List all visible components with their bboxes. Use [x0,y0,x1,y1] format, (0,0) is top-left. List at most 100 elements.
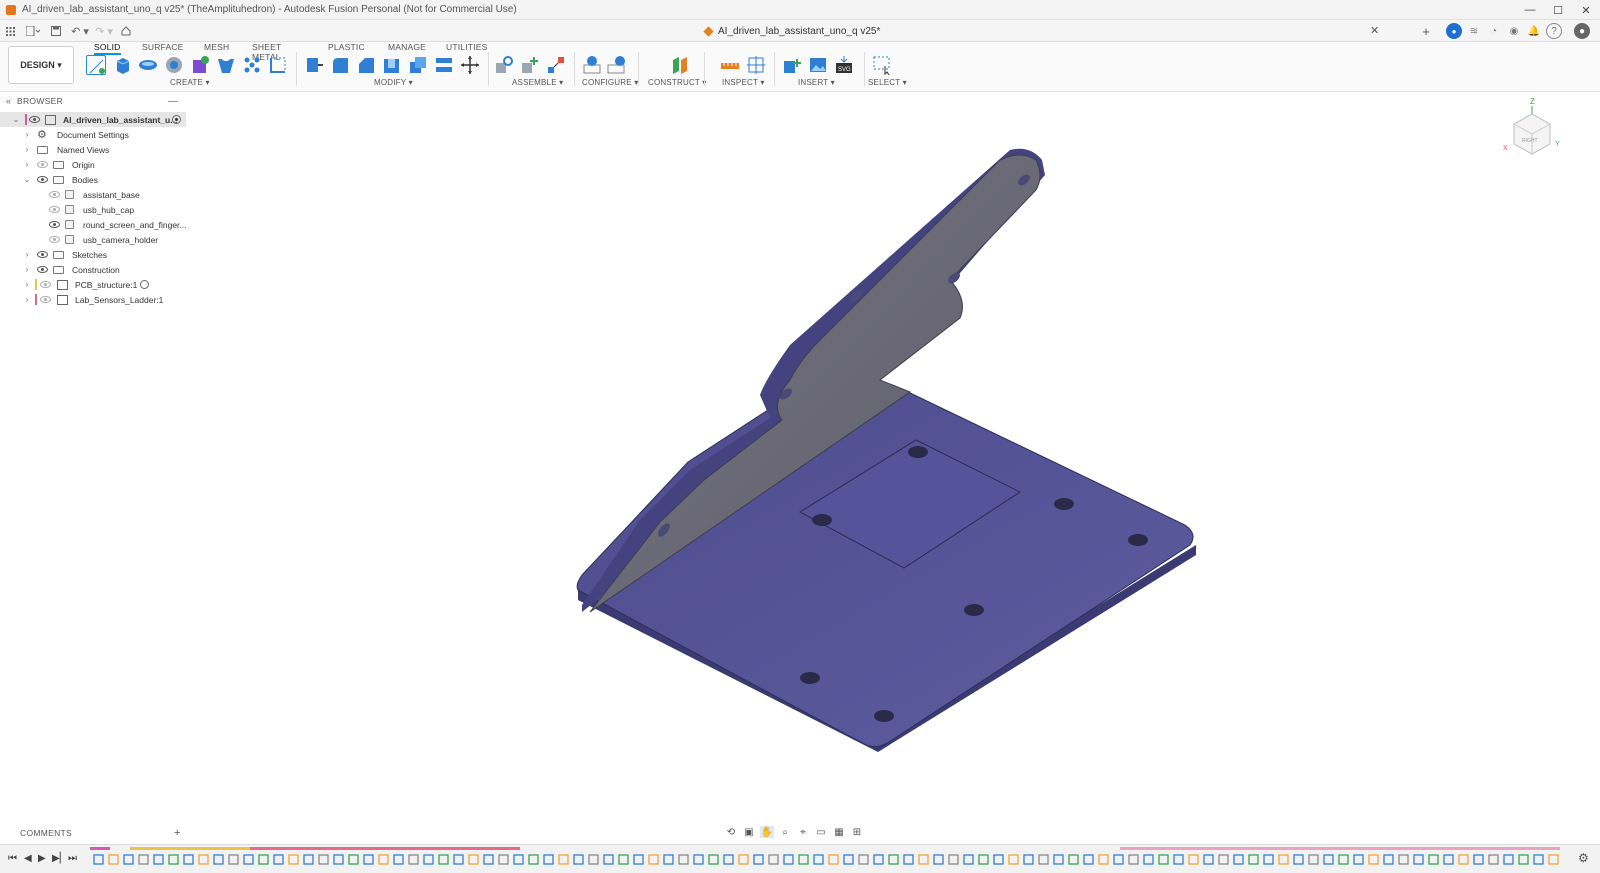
tab-surface[interactable]: SURFACE [142,42,184,52]
timeline-feature-icon[interactable] [723,854,734,865]
timeline-feature-icon[interactable] [1428,854,1439,865]
timeline-feature-icon[interactable] [1263,854,1274,865]
sweep-icon[interactable] [164,55,184,75]
timeline-feature-icon[interactable] [828,854,839,865]
visibility-eye-icon[interactable] [37,161,48,168]
tree-item-body[interactable]: assistant_base [0,187,186,202]
chevron-right-icon[interactable]: › [23,130,31,139]
tree-item-body[interactable]: usb_camera_holder [0,232,186,247]
split-body-icon[interactable] [434,55,454,75]
timeline-feature-icon[interactable] [183,854,194,865]
timeline-feature-icon[interactable] [753,854,764,865]
visibility-eye-icon[interactable] [40,281,51,288]
timeline-feature-icon[interactable] [273,854,284,865]
minimize-panel-icon[interactable]: — [168,96,178,107]
new-component-icon[interactable] [190,55,210,75]
rigid-group-icon[interactable] [546,55,566,75]
timeline-feature-icon[interactable] [798,854,809,865]
tree-item-root[interactable]: ⌄ AI_driven_lab_assistant_u... [0,112,186,127]
timeline-feature-icon[interactable] [1083,854,1094,865]
select-window-icon[interactable] [872,55,892,76]
tree-item-bodies[interactable]: ⌄ Bodies [0,172,186,187]
measure-icon[interactable] [720,55,740,75]
orbit-icon[interactable]: ⟲ [724,826,738,838]
tab-manage[interactable]: MANAGE [388,42,426,52]
extensions-icon[interactable]: ◔ [1486,23,1502,39]
timeline-feature-icon[interactable] [1503,854,1514,865]
notifications-icon[interactable]: 🔔 [1526,23,1542,39]
timeline-feature-icon[interactable] [1128,854,1139,865]
move-icon[interactable] [460,55,480,75]
timeline-feature-icon[interactable] [933,854,944,865]
document-tab[interactable]: AI_driven_lab_assistant_uno_q v25* ✕ [690,20,1410,42]
pan-icon[interactable]: ✋ [760,826,774,838]
tab-solid[interactable]: SOLID [94,42,121,55]
chevron-right-icon[interactable]: › [23,160,31,169]
configure-table-icon[interactable] [582,55,602,75]
tab-mesh[interactable]: MESH [204,42,229,52]
timeline-feature-icon[interactable] [528,854,539,865]
save-icon[interactable] [50,24,62,38]
timeline-feature-icon[interactable] [1518,854,1529,865]
step-back-icon[interactable]: ◀ [24,853,32,864]
tree-item-body[interactable]: round_screen_and_finger... [0,217,187,232]
timeline-feature-icon[interactable] [633,854,644,865]
go-to-start-icon[interactable]: ⏮ [8,853,17,864]
create-form-icon[interactable] [268,55,288,75]
play-icon[interactable]: ▶ [38,853,46,864]
app-grid-icon[interactable] [4,24,16,38]
timeline-feature-icon[interactable] [918,854,929,865]
job-status-icon[interactable]: ≋ [1466,23,1482,39]
combine-icon[interactable] [408,55,428,75]
visibility-eye-icon[interactable] [29,116,40,123]
timeline-feature-icon[interactable] [1338,854,1349,865]
timeline-feature-icon[interactable] [1308,854,1319,865]
chevron-right-icon[interactable]: › [23,145,31,154]
timeline-feature-icon[interactable] [393,854,404,865]
undo-icon[interactable]: ↶ ▾ [70,24,90,38]
timeline-feature-icon[interactable] [1548,854,1559,865]
timeline-feature-icon[interactable] [843,854,854,865]
timeline-feature-icon[interactable] [333,854,344,865]
timeline-feature-icon[interactable] [948,854,959,865]
timeline-feature-icon[interactable] [213,854,224,865]
visibility-eye-icon[interactable] [37,176,48,183]
create-menu[interactable]: CREATE ▾ [170,78,210,87]
minimize-button[interactable]: — [1516,0,1544,20]
timeline-feature-icon[interactable] [618,854,629,865]
timeline-settings-icon[interactable]: ⚙ [1578,851,1589,865]
timeline-feature-icon[interactable] [513,854,524,865]
timeline-feature-icon[interactable] [153,854,164,865]
user-avatar[interactable]: ● [1574,23,1590,39]
press-pull-icon[interactable] [304,55,324,75]
fit-icon[interactable]: ⌖ [796,826,810,838]
timeline-feature-icon[interactable] [168,854,179,865]
timeline-feature-icon[interactable] [903,854,914,865]
maximize-button[interactable]: ☐ [1544,0,1572,20]
timeline-feature-icon[interactable] [438,854,449,865]
timeline-feature-icon[interactable] [498,854,509,865]
timeline-features[interactable] [90,847,1570,871]
timeline-feature-icon[interactable] [813,854,824,865]
tree-item-component[interactable]: › PCB_structure:1 [0,277,186,292]
create-sketch-icon[interactable] [86,55,106,75]
timeline-feature-icon[interactable] [198,854,209,865]
configure-rule-icon[interactable] [606,55,626,75]
visibility-eye-icon[interactable] [49,206,60,213]
assistant-model[interactable] [576,148,1196,752]
3d-viewport[interactable] [190,94,1600,810]
timeline-feature-icon[interactable] [588,854,599,865]
timeline-feature-icon[interactable] [318,854,329,865]
timeline-feature-icon[interactable] [858,854,869,865]
close-tab-icon[interactable]: ✕ [1370,24,1379,37]
display-settings-icon[interactable]: ▭ [814,826,828,838]
timeline-feature-icon[interactable] [1233,854,1244,865]
timeline-feature-icon[interactable] [123,854,134,865]
timeline-feature-icon[interactable] [708,854,719,865]
timeline-feature-icon[interactable] [738,854,749,865]
timeline-feature-icon[interactable] [1473,854,1484,865]
visibility-eye-icon[interactable] [37,266,48,273]
timeline-feature-icon[interactable] [243,854,254,865]
timeline-feature-icon[interactable] [348,854,359,865]
view-cube[interactable]: Z RIGHT X Y [1500,96,1564,160]
